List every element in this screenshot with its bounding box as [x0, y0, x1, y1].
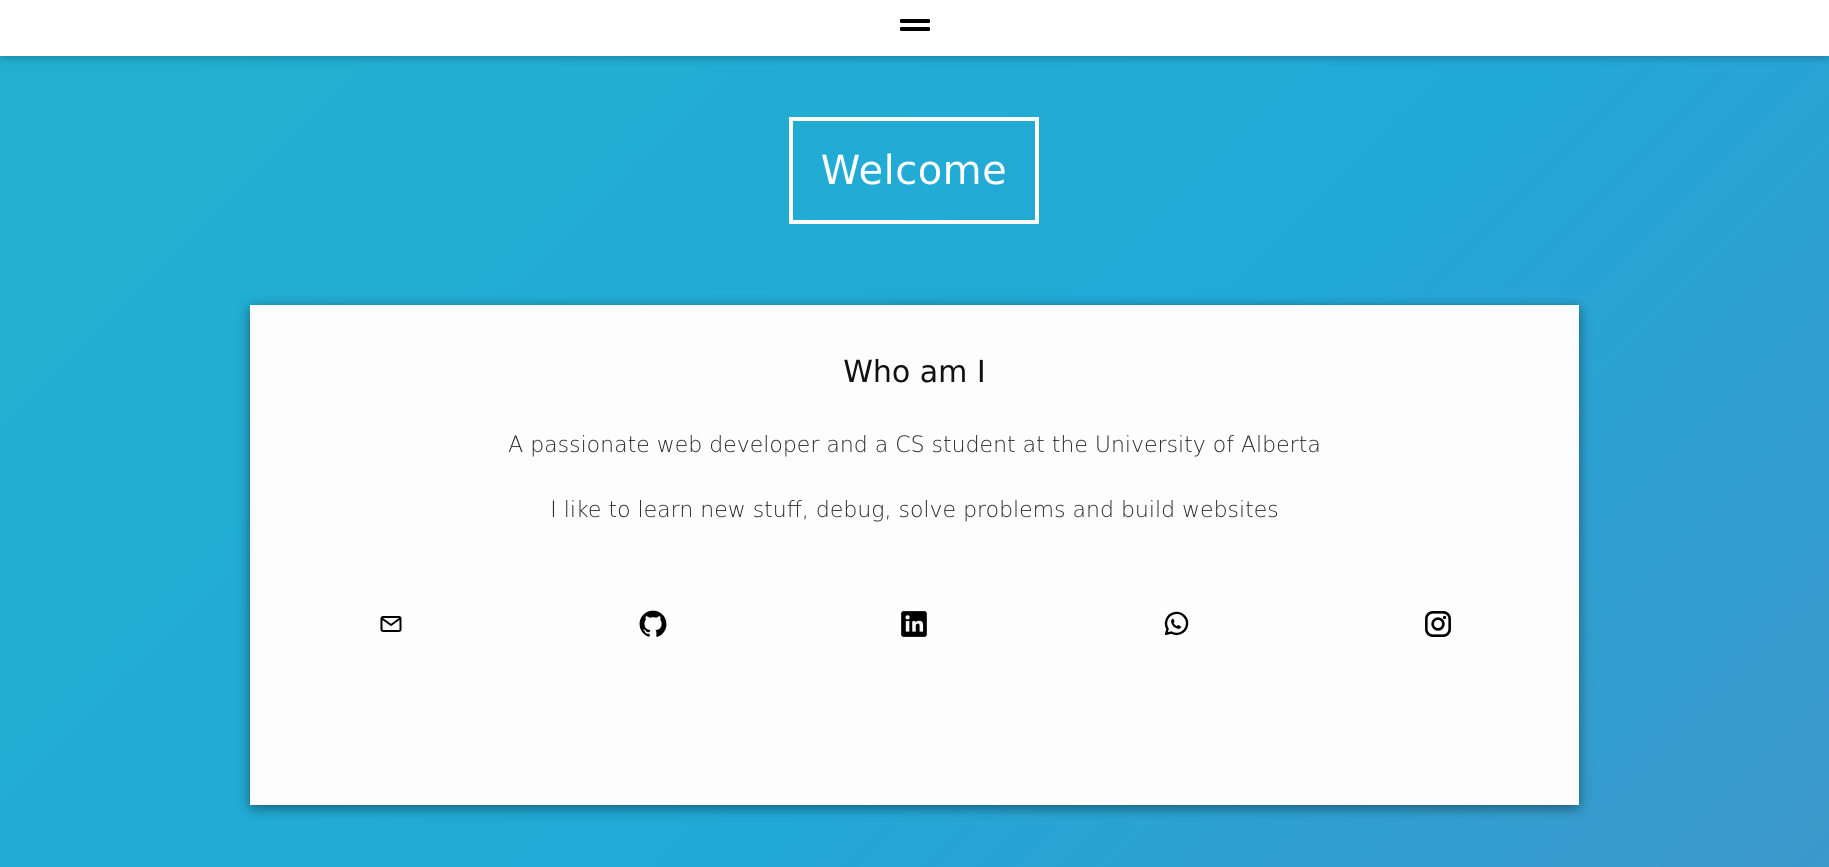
instagram-link[interactable] [1421, 607, 1455, 641]
whatsapp-icon [1164, 611, 1189, 636]
hamburger-menu-icon[interactable] [897, 14, 933, 38]
instagram-icon [1425, 611, 1451, 637]
about-heading: Who am I [843, 355, 986, 390]
linkedin-link[interactable] [897, 607, 931, 641]
github-link[interactable] [636, 607, 670, 641]
welcome-title: Welcome [789, 117, 1039, 224]
github-icon [639, 610, 667, 637]
whatsapp-link[interactable] [1159, 607, 1193, 641]
mail-icon [380, 616, 402, 632]
menu-bar-top [900, 19, 930, 23]
linkedin-icon [901, 611, 927, 637]
about-card: Who am I A passionate web developer and … [250, 305, 1579, 805]
about-line-2: I like to learn new stuff, debug, solve … [550, 498, 1279, 523]
menu-bar-bottom [900, 27, 930, 31]
about-line-1: A passionate web developer and a CS stud… [508, 433, 1321, 458]
top-navbar [0, 0, 1829, 56]
email-link[interactable] [374, 607, 408, 641]
